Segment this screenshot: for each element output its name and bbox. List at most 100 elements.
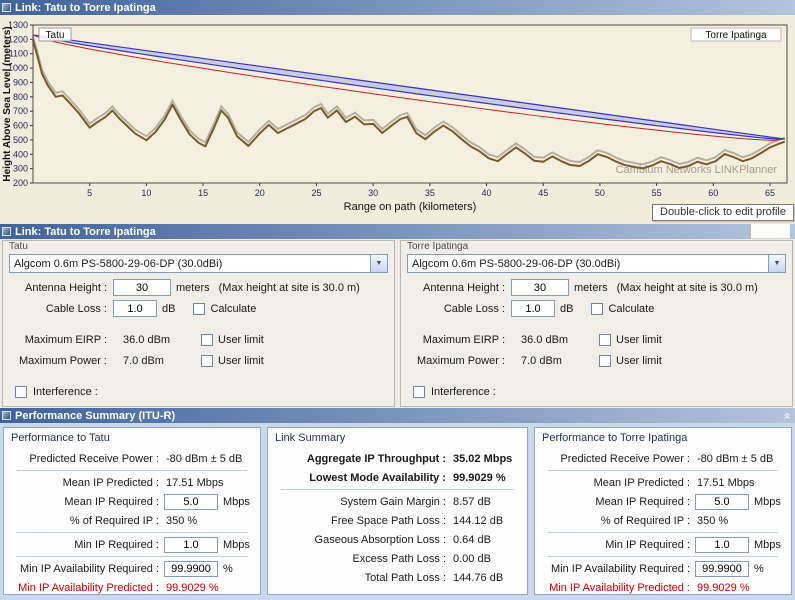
svg-text:40: 40 <box>482 188 492 198</box>
chevron-down-icon[interactable]: ▼ <box>370 255 387 272</box>
interference-checkbox[interactable] <box>413 386 425 398</box>
watermark: Cambium Networks LINKPlanner <box>616 164 778 176</box>
mean-ip-required-input[interactable] <box>695 494 749 510</box>
max-power-value: 7.0 dBm <box>113 355 183 367</box>
power-user-limit-label: User limit <box>616 355 662 367</box>
calculate-label: Calculate <box>210 303 256 315</box>
aggregate-ip-throughput-value: 35.02 Mbps <box>451 453 512 465</box>
aggregate-ip-throughput-label: Aggregate IP Throughput : <box>273 453 451 465</box>
min-ip-availability-required-input[interactable] <box>695 561 749 577</box>
panel-title: Performance to Tatu <box>11 432 255 444</box>
panel-title: Performance to Torre Ipatinga <box>542 432 786 444</box>
pct-required-ip-value: 350 % <box>695 515 728 527</box>
equipment-section-title: Link: Tatu to Torre Ipatinga <box>15 226 156 238</box>
cable-loss-input[interactable] <box>511 300 555 317</box>
lowest-mode-availability-value: 99.9029 % <box>451 472 506 484</box>
divider <box>281 489 514 490</box>
cable-loss-row: Cable Loss : dB Calculate <box>407 299 786 318</box>
min-ip-required-label: Min IP Required : <box>540 539 695 551</box>
link-summary-panel: Link Summary Aggregate IP Throughput :35… <box>267 427 528 595</box>
gaseous-absorption-loss-label: Gaseous Absorption Loss : <box>273 534 451 546</box>
equipment-panel-tatu: Tatu Algcom 0.6m PS-5800-29-06-DP (30.0d… <box>2 240 395 407</box>
eirp-user-limit-checkbox[interactable] <box>201 334 213 346</box>
max-eirp-value: 36.0 dBm <box>113 334 183 346</box>
svg-text:35: 35 <box>425 188 435 198</box>
max-eirp-value: 36.0 dBm <box>511 334 581 346</box>
edit-profile-tooltip: Double-click to edit profile <box>652 204 794 221</box>
linkplanner-window: Link: Tatu to Torre Ipatinga 200 300 400 5 0… <box>0 0 795 600</box>
divider <box>17 532 247 533</box>
x-axis-label: Range on path (kilometers) <box>344 201 477 213</box>
mean-ip-required-label: Mean IP Required : <box>9 496 164 508</box>
svg-text:400: 400 <box>13 149 28 159</box>
cable-loss-input[interactable] <box>113 300 157 317</box>
pct-required-ip-label: % of Required IP : <box>9 515 164 527</box>
antenna-height-label: Antenna Height : <box>9 282 113 294</box>
antenna-selected-value: Algcom 0.6m PS-5800-29-06-DP (30.0dBi) <box>408 258 768 270</box>
mean-ip-required-label: Mean IP Required : <box>540 496 695 508</box>
min-ip-required-input[interactable] <box>164 537 218 553</box>
total-path-loss-label: Total Path Loss : <box>273 572 451 584</box>
cable-loss-unit: dB <box>162 303 175 315</box>
interference-checkbox[interactable] <box>15 386 27 398</box>
svg-text:10: 10 <box>141 188 151 198</box>
link-icon <box>2 3 11 12</box>
antenna-height-row: Antenna Height : meters (Max height at s… <box>407 278 786 297</box>
min-ip-availability-predicted-label: Min IP Availability Predicted : <box>9 582 164 594</box>
antenna-select[interactable]: Algcom 0.6m PS-5800-29-06-DP (30.0dBi) ▼ <box>9 254 388 273</box>
max-eirp-row: Maximum EIRP : 36.0 dBm User limit <box>9 330 388 349</box>
min-ip-availability-predicted-value: 99.9029 % <box>695 582 750 594</box>
antenna-select[interactable]: Algcom 0.6m PS-5800-29-06-DP (30.0dBi) ▼ <box>407 254 786 273</box>
panel-title: Link Summary <box>275 432 522 444</box>
min-ip-availability-predicted-label: Min IP Availability Predicted : <box>540 582 695 594</box>
header-spacer <box>750 224 790 239</box>
mean-ip-required-unit: Mbps <box>754 496 781 508</box>
svg-text:20: 20 <box>255 188 265 198</box>
predicted-receive-power-value: -80 dBm ± 5 dB <box>695 453 773 465</box>
max-power-row: Maximum Power : 7.0 dBm User limit <box>9 351 388 370</box>
excess-path-loss-label: Excess Path Loss : <box>273 553 451 565</box>
svg-text:200: 200 <box>13 178 28 188</box>
power-user-limit-checkbox[interactable] <box>201 355 213 367</box>
max-eirp-label: Maximum EIRP : <box>407 334 511 346</box>
svg-text:55: 55 <box>652 188 662 198</box>
antenna-height-input[interactable] <box>511 279 569 296</box>
interference-label: Interference : <box>33 386 98 398</box>
svg-text:900: 900 <box>13 77 28 87</box>
gaseous-absorption-loss-value: 0.64 dB <box>451 534 491 546</box>
svg-text:300: 300 <box>13 164 28 174</box>
equipment-section: Tatu Algcom 0.6m PS-5800-29-06-DP (30.0d… <box>0 239 795 408</box>
antenna-height-unit: meters <box>574 282 608 294</box>
mean-ip-required-unit: Mbps <box>223 496 250 508</box>
calculate-label: Calculate <box>608 303 654 315</box>
calculate-checkbox[interactable] <box>591 303 603 315</box>
terrain-profile-chart[interactable]: 2003004005006007008009001000110012001300… <box>0 15 795 221</box>
equipment-panel-title: Tatu <box>9 242 388 252</box>
min-ip-required-unit: Mbps <box>754 539 781 551</box>
max-height-note: (Max height at site is 30.0 m) <box>617 282 758 294</box>
performance-section-title: Performance Summary (ITU-R) <box>15 410 175 422</box>
min-ip-required-input[interactable] <box>695 537 749 553</box>
pct-required-ip-value: 350 % <box>164 515 197 527</box>
calculate-checkbox[interactable] <box>193 303 205 315</box>
chevron-down-icon[interactable]: ▼ <box>768 255 785 272</box>
min-ip-availability-required-input[interactable] <box>164 561 218 577</box>
power-user-limit-checkbox[interactable] <box>599 355 611 367</box>
antenna-selected-value: Algcom 0.6m PS-5800-29-06-DP (30.0dBi) <box>10 258 370 270</box>
svg-text:800: 800 <box>13 92 28 102</box>
system-gain-margin-value: 8.57 dB <box>451 496 491 508</box>
antenna-height-unit: meters <box>176 282 210 294</box>
link-icon <box>2 227 11 236</box>
svg-text:5: 5 <box>87 188 92 198</box>
mean-ip-predicted-value: 17.51 Mbps <box>164 477 223 489</box>
eirp-user-limit-checkbox[interactable] <box>599 334 611 346</box>
profile-chart-area: 2003004005006007008009001000110012001300… <box>0 15 795 224</box>
min-ip-required-label: Min IP Required : <box>9 539 164 551</box>
svg-text:60: 60 <box>708 188 718 198</box>
antenna-height-input[interactable] <box>113 279 171 296</box>
cable-loss-label: Cable Loss : <box>407 303 511 315</box>
max-height-note: (Max height at site is 30.0 m) <box>219 282 360 294</box>
excess-path-loss-value: 0.00 dB <box>451 553 491 565</box>
mean-ip-required-input[interactable] <box>164 494 218 510</box>
collapse-icon[interactable]: » <box>782 412 792 419</box>
